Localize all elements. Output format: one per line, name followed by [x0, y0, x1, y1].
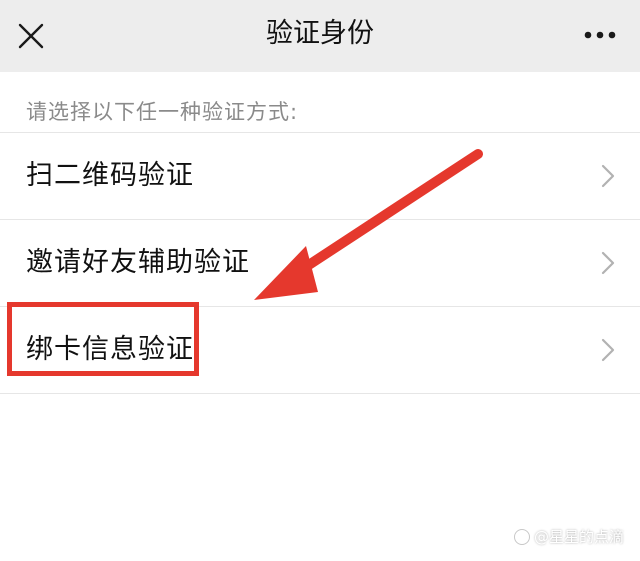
verification-hint: 请选择以下任一种验证方式:: [26, 100, 299, 124]
chevron-right-icon: [601, 251, 615, 275]
watermark-logo-icon: [513, 528, 530, 545]
verify-identity-screen: 验证身份 请选择以下任一种验证方式: 扫二维码验证 邀请好友辅助验证 绑卡信息验…: [0, 0, 640, 561]
option-bank-card-info[interactable]: 绑卡信息验证: [0, 307, 640, 394]
option-label: 绑卡信息验证: [26, 334, 194, 365]
more-horizontal-icon: [584, 31, 616, 39]
chevron-right-icon: [601, 164, 615, 188]
page-title: 验证身份: [266, 18, 374, 49]
option-invite-friend[interactable]: 邀请好友辅助验证: [0, 220, 640, 307]
option-label: 扫二维码验证: [26, 160, 194, 191]
chevron-right-icon: [601, 338, 615, 362]
watermark: @星星的点滴: [513, 526, 624, 547]
navbar: 验证身份: [0, 0, 640, 72]
watermark-text: @星星的点滴: [533, 528, 624, 546]
close-button[interactable]: [14, 19, 48, 53]
option-scan-qr-code[interactable]: 扫二维码验证: [0, 133, 640, 220]
close-icon: [18, 23, 44, 49]
more-button[interactable]: [582, 22, 618, 48]
option-label: 邀请好友辅助验证: [26, 247, 250, 278]
verification-options-list: 扫二维码验证 邀请好友辅助验证 绑卡信息验证: [0, 132, 640, 394]
